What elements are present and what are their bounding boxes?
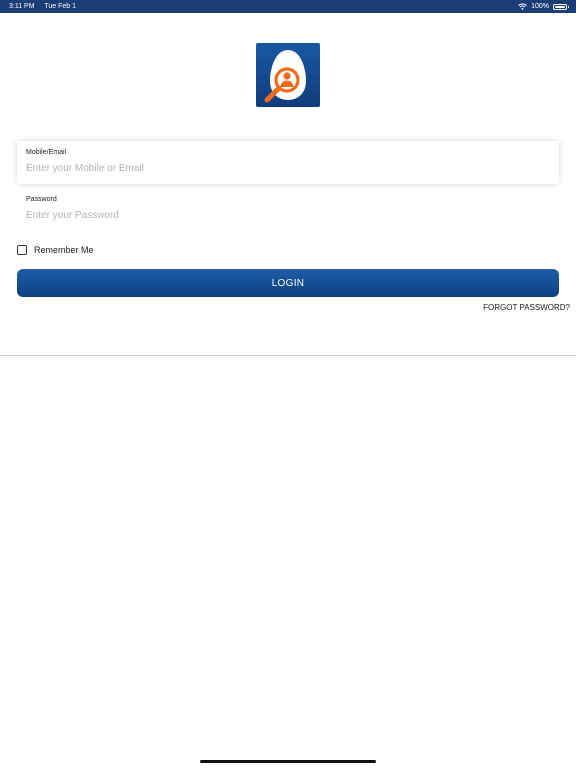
- app-logo: [256, 43, 320, 107]
- remember-me-toggle[interactable]: Remember Me: [17, 243, 94, 256]
- wifi-icon: [518, 3, 527, 10]
- forgot-password-link[interactable]: FORGOT PASSWORD?: [483, 303, 570, 312]
- login-button[interactable]: LOGIN: [17, 269, 559, 297]
- status-date: Tue Feb 1: [44, 3, 77, 10]
- person-search-icon: [256, 43, 320, 107]
- remember-me-label: Remember Me: [34, 244, 94, 255]
- password-field-label: Password: [26, 196, 57, 203]
- email-field-label: Mobile/Email: [26, 149, 67, 156]
- battery-percentage: 100%: [531, 3, 549, 10]
- remember-me-checkbox[interactable]: [17, 244, 27, 255]
- home-indicator[interactable]: [200, 760, 376, 763]
- battery-icon: [553, 3, 569, 10]
- password-field-block: Password: [17, 191, 559, 231]
- divider: [0, 355, 576, 356]
- status-bar: 3:11 PM Tue Feb 1 100%: [0, 0, 576, 13]
- password-field[interactable]: [26, 210, 546, 221]
- email-field-card: Mobile/Email: [17, 141, 559, 184]
- email-field[interactable]: [26, 163, 546, 174]
- status-time: 3:11 PM: [9, 3, 35, 10]
